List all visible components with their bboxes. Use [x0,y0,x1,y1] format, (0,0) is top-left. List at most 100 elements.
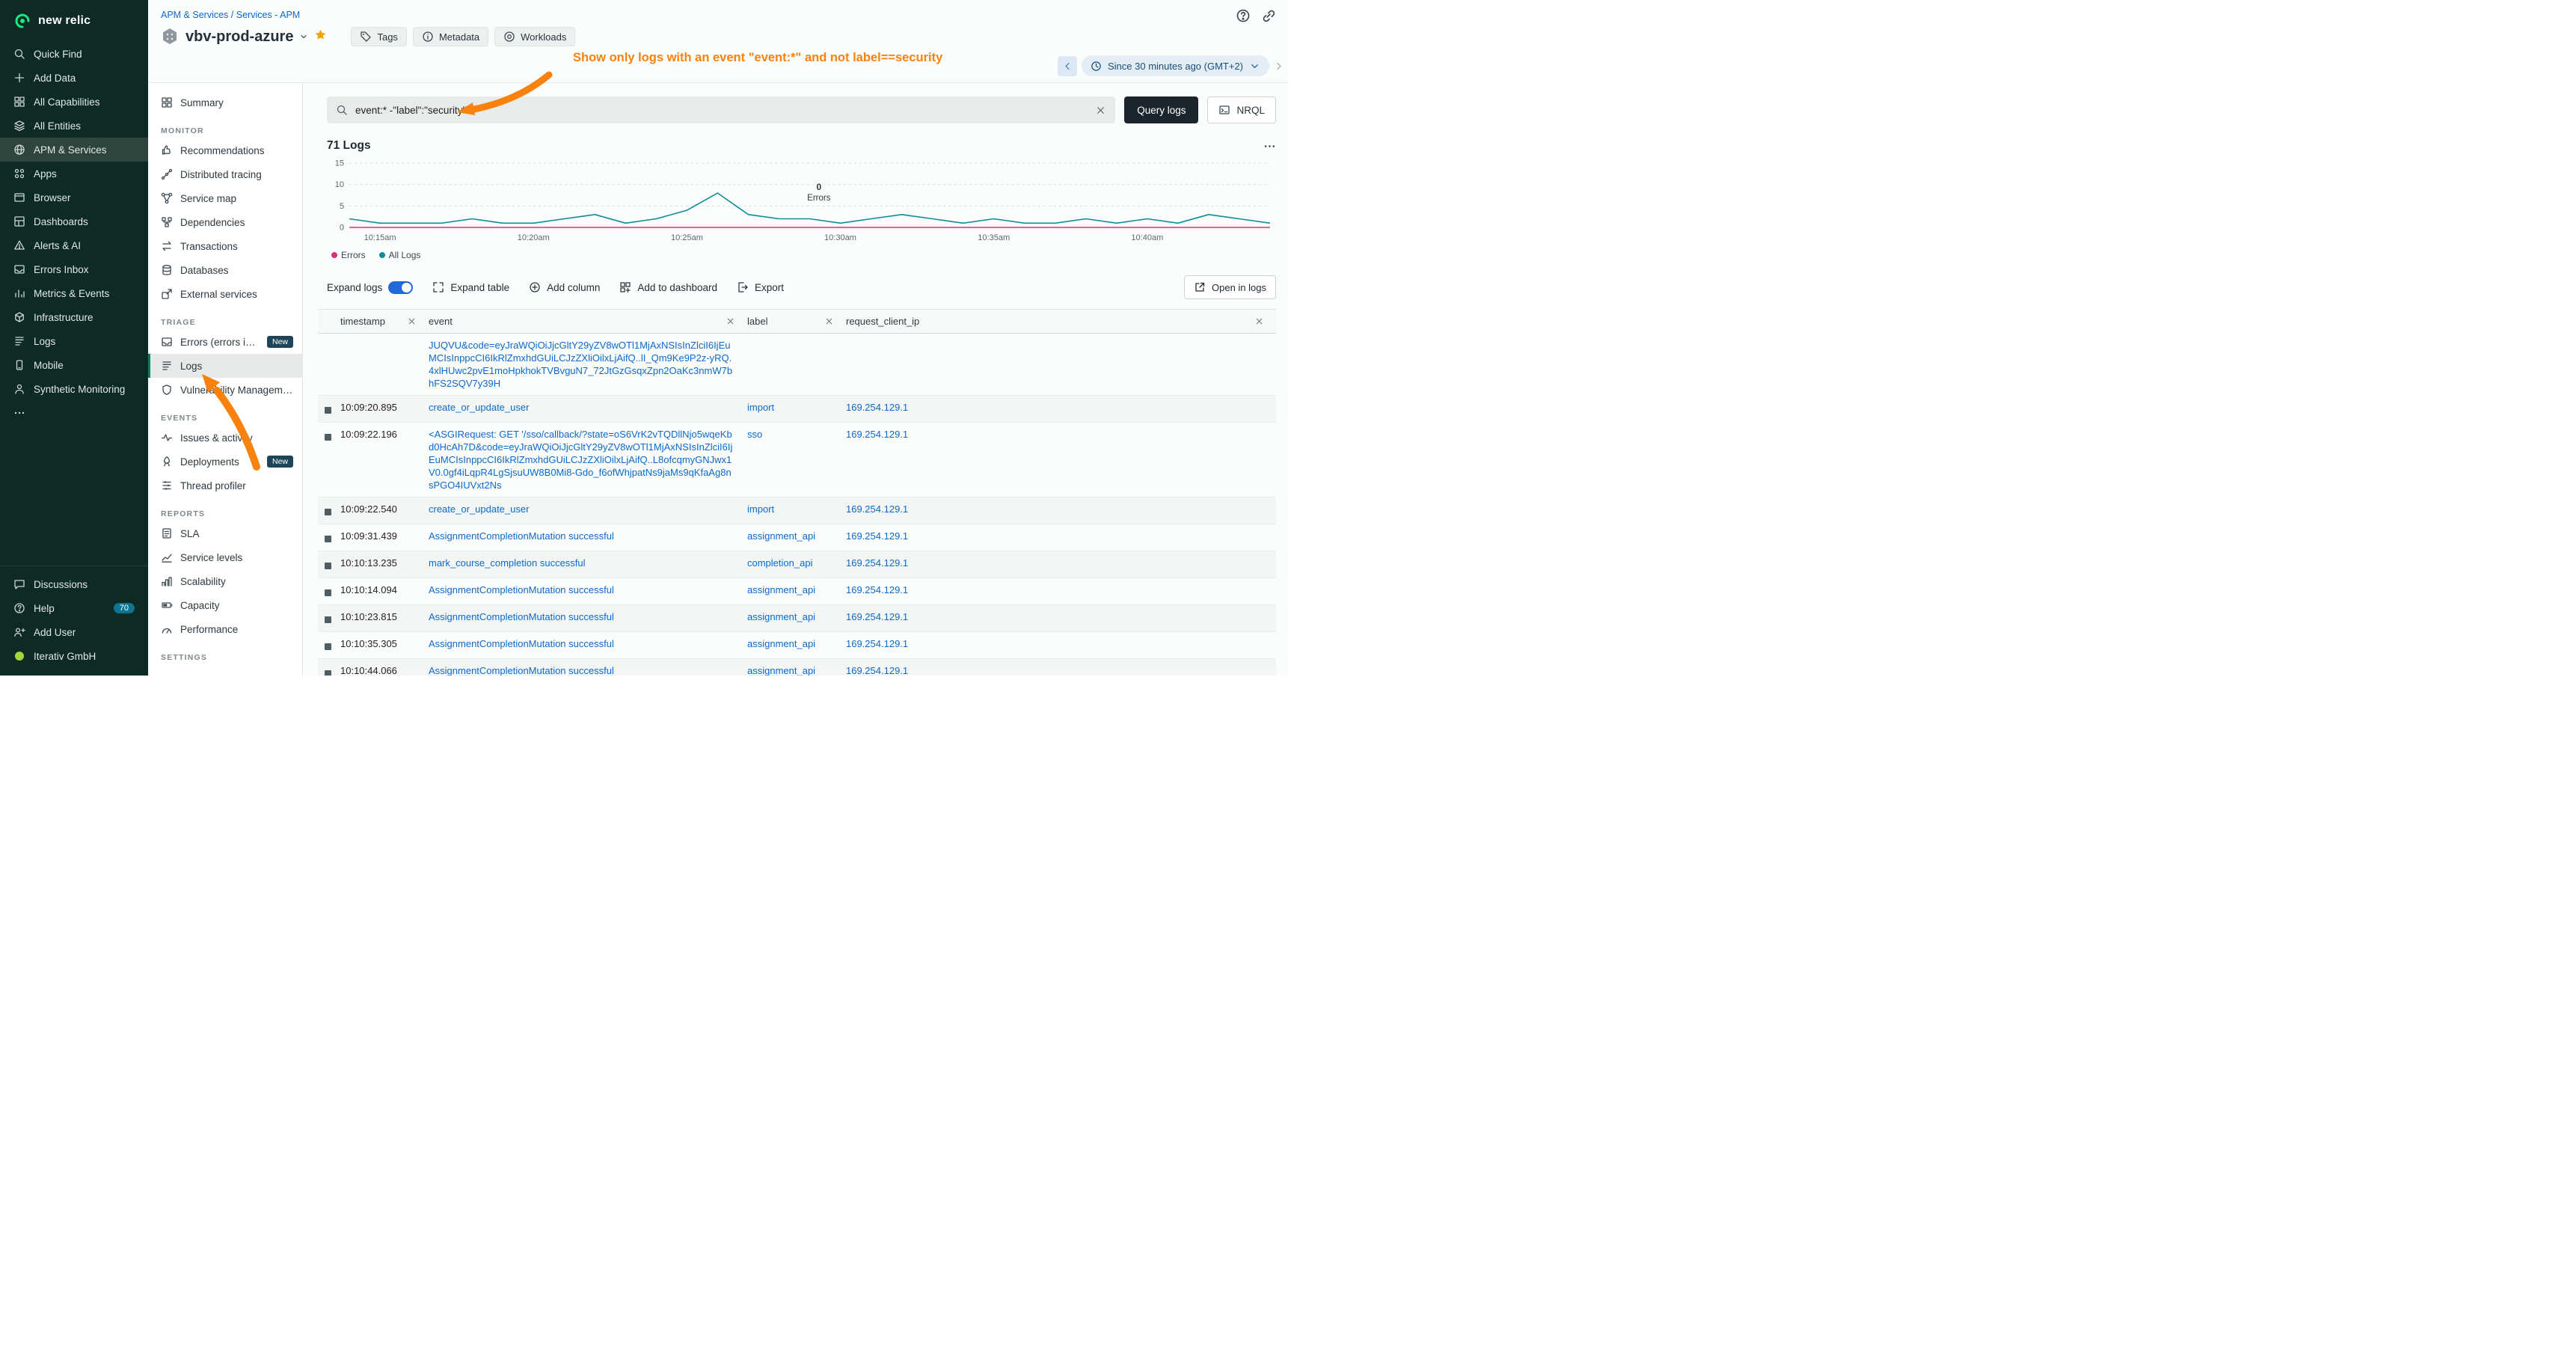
subnav-item-logs[interactable]: Logs [148,354,302,378]
sidebar-footer-item-discussions[interactable]: Discussions [0,572,148,596]
subnav-item-scalability[interactable]: Scalability [148,569,302,593]
subnav-item-deployments[interactable]: Deployments New [148,450,302,474]
log-ip-link[interactable]: 169.254.129.1 [846,611,908,622]
time-forward-button[interactable] [1274,61,1284,71]
legend-item-errors[interactable]: Errors [331,250,366,260]
log-label-link[interactable]: assignment_api [747,530,815,542]
table-row[interactable]: 10:09:22.540 create_or_update_user impor… [318,497,1276,524]
subnav-item-performance[interactable]: Performance [148,617,302,641]
sidebar-item-apps[interactable]: Apps [0,162,148,186]
subnav-item-distributed-tracing[interactable]: Distributed tracing [148,162,302,186]
sidebar-item-quick-find[interactable]: Quick Find [0,42,148,66]
log-label-link[interactable]: import [747,402,774,413]
tags-button[interactable]: Tags [351,27,406,46]
table-row[interactable]: 10:10:23.815 AssignmentCompletionMutatio… [318,605,1276,632]
sidebar-item-dashboards[interactable]: Dashboards [0,209,148,233]
favorite-star-icon[interactable] [314,28,327,45]
time-back-button[interactable] [1058,56,1077,76]
log-event-link[interactable]: AssignmentCompletionMutation successful [429,583,735,596]
log-event-link[interactable]: JUQVU&code=eyJraWQiOiJjcGltY29yZV8wOTl1M… [429,339,735,390]
remove-event-column-icon[interactable] [726,316,735,326]
legend-item-all-logs[interactable]: All Logs [379,250,421,260]
subnav-item-databases[interactable]: Databases [148,258,302,282]
log-event-link[interactable]: create_or_update_user [429,401,735,414]
log-event-link[interactable]: <ASGIRequest: GET '/sso/callback/?state=… [429,428,735,491]
help-circle-icon[interactable] [1236,8,1252,25]
subnav-item-external-services[interactable]: External services [148,282,302,306]
log-ip-link[interactable]: 169.254.129.1 [846,584,908,595]
sidebar-footer-item-help[interactable]: Help 70 [0,596,148,620]
expand-logs-control[interactable]: Expand logs [327,281,413,294]
log-label-link[interactable]: sso [747,429,762,440]
breadcrumb-link-apm[interactable]: APM & Services [161,10,228,20]
log-ip-link[interactable]: 169.254.129.1 [846,665,908,676]
nrql-button[interactable]: NRQL [1207,96,1276,123]
subnav-item-transactions[interactable]: Transactions [148,234,302,258]
entity-dropdown-chevron-icon[interactable] [299,32,308,41]
sidebar-item-browser[interactable]: Browser [0,186,148,209]
log-ip-link[interactable]: 169.254.129.1 [846,503,908,515]
expand-table-button[interactable]: Expand table [432,281,509,293]
remove-ip-column-icon[interactable] [1254,316,1264,326]
table-row[interactable]: 10:10:13.235 mark_course_completion succ… [318,551,1276,578]
sidebar-item-more[interactable] [0,401,148,425]
table-row[interactable]: JUQVU&code=eyJraWQiOiJjcGltY29yZV8wOTl1M… [318,334,1276,396]
log-label-link[interactable]: assignment_api [747,665,815,676]
table-row[interactable]: 10:10:35.305 AssignmentCompletionMutatio… [318,632,1276,659]
subnav-item-issues-activity[interactable]: Issues & activity [148,426,302,450]
permalink-icon[interactable] [1261,8,1278,25]
log-event-link[interactable]: AssignmentCompletionMutation successful [429,664,735,676]
sidebar-item-add-data[interactable]: Add Data [0,66,148,90]
log-event-link[interactable]: create_or_update_user [429,503,735,515]
sidebar-item-mobile[interactable]: Mobile [0,353,148,377]
log-ip-link[interactable]: 169.254.129.1 [846,638,908,649]
log-event-link[interactable]: mark_course_completion successful [429,557,735,569]
log-label-link[interactable]: assignment_api [747,584,815,595]
clear-search-icon[interactable] [1095,105,1106,116]
log-event-link[interactable]: AssignmentCompletionMutation successful [429,530,735,542]
logs-search-input[interactable] [355,105,1088,116]
sidebar-footer-item-add-user[interactable]: Add User [0,620,148,644]
sidebar-item-logs[interactable]: Logs [0,329,148,353]
log-event-link[interactable]: AssignmentCompletionMutation successful [429,637,735,650]
log-ip-link[interactable]: 169.254.129.1 [846,429,908,440]
sidebar-item-all-capabilities[interactable]: All Capabilities [0,90,148,114]
log-ip-link[interactable]: 169.254.129.1 [846,402,908,413]
subnav-item-service-map[interactable]: Service map [148,186,302,210]
table-row[interactable]: 10:09:31.439 AssignmentCompletionMutatio… [318,524,1276,551]
subnav-item-service-levels[interactable]: Service levels [148,545,302,569]
sidebar-item-infrastructure[interactable]: Infrastructure [0,305,148,329]
chart-more-menu-icon[interactable] [1263,140,1276,153]
remove-timestamp-column-icon[interactable] [407,316,417,326]
log-label-link[interactable]: assignment_api [747,611,815,622]
subnav-item-sla[interactable]: SLA [148,521,302,545]
subnav-item-errors-errors-inb[interactable]: Errors (errors inb... New [148,330,302,354]
add-column-button[interactable]: Add column [529,281,600,293]
logs-timeseries-chart[interactable]: 05101510:15am10:20am10:25am10:30am10:35a… [327,159,1276,242]
log-label-link[interactable]: completion_api [747,557,812,569]
sidebar-item-all-entities[interactable]: All Entities [0,114,148,138]
subnav-item-dependencies[interactable]: Dependencies [148,210,302,234]
table-row[interactable]: 10:09:20.895 create_or_update_user impor… [318,396,1276,423]
log-label-link[interactable]: assignment_api [747,638,815,649]
remove-label-column-icon[interactable] [824,316,834,326]
logs-search-box[interactable] [327,96,1115,123]
brand-header[interactable]: new relic [0,0,148,42]
sidebar-footer-item-iterativ-gmbh[interactable]: Iterativ GmbH [0,644,148,668]
subnav-item-vulnerability-management[interactable]: Vulnerability Management [148,378,302,402]
add-to-dashboard-button[interactable]: Add to dashboard [619,281,717,293]
sidebar-item-alerts-ai[interactable]: Alerts & AI [0,233,148,257]
subnav-item-summary[interactable]: Summary [148,91,302,114]
sidebar-item-apm-services[interactable]: APM & Services [0,138,148,162]
workloads-button[interactable]: Workloads [494,27,575,46]
query-logs-button[interactable]: Query logs [1124,96,1198,123]
time-picker[interactable]: Since 30 minutes ago (GMT+2) [1082,55,1269,76]
expand-logs-toggle[interactable] [388,281,413,294]
log-ip-link[interactable]: 169.254.129.1 [846,530,908,542]
subnav-item-thread-profiler[interactable]: Thread profiler [148,474,302,497]
sidebar-item-errors-inbox[interactable]: Errors Inbox [0,257,148,281]
log-ip-link[interactable]: 169.254.129.1 [846,557,908,569]
table-row[interactable]: 10:10:44.066 AssignmentCompletionMutatio… [318,659,1276,676]
open-in-logs-button[interactable]: Open in logs [1184,275,1276,299]
table-row[interactable]: 10:09:22.196 <ASGIRequest: GET '/sso/cal… [318,423,1276,497]
